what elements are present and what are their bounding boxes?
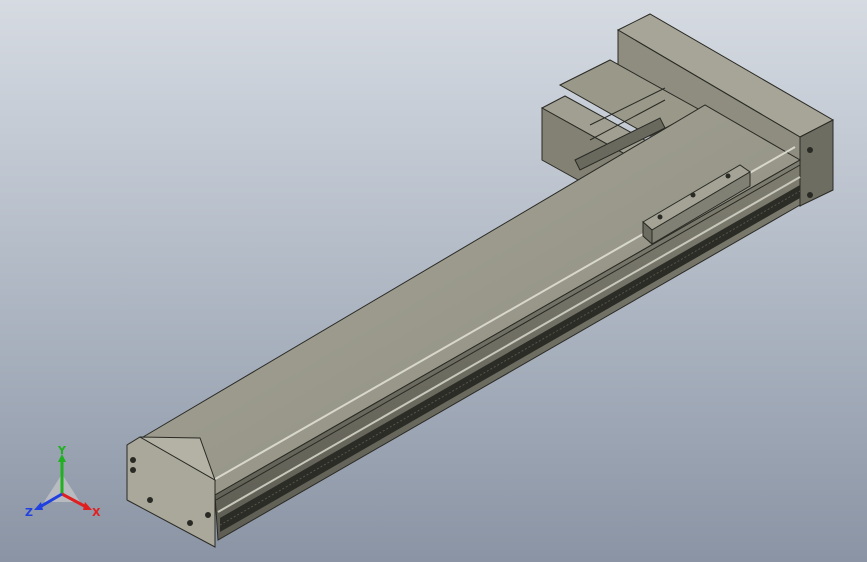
front-end-cap (126, 436, 216, 548)
cad-3d-viewport[interactable]: Y X Z (0, 0, 867, 562)
axis-triad-icon: Y X Z (25, 444, 101, 519)
axis-triad[interactable]: Y X Z (22, 444, 112, 534)
x-axis-label: X (92, 506, 101, 519)
z-axis-label: Z (25, 506, 33, 519)
linear-rail-body (137, 104, 802, 541)
y-axis-label: Y (57, 444, 67, 457)
linear-actuator-model[interactable] (0, 0, 867, 562)
